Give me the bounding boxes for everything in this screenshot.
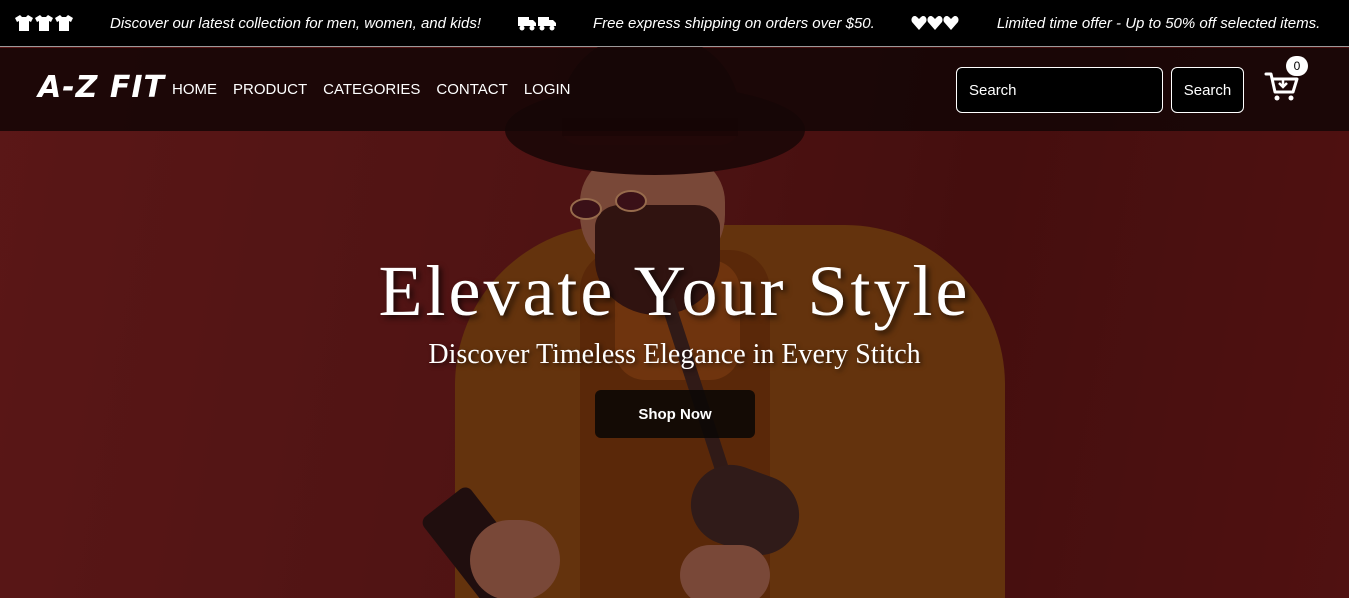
page: Elevate Your Style Discover Timeless Ele… xyxy=(0,0,1349,598)
shop-now-button[interactable]: Shop Now xyxy=(595,390,755,438)
brand-logo[interactable]: A-Z FIT xyxy=(38,70,165,105)
nav-link-contact[interactable]: CONTACT xyxy=(436,81,507,98)
search-button[interactable]: Search xyxy=(1171,67,1244,113)
announcement-bar: Discover our latest collection for men, … xyxy=(0,0,1349,47)
announcement-text: Discover our latest collection for men, … xyxy=(110,14,481,32)
navbar: A-Z FIT HOME PRODUCT CATEGORIES CONTACT … xyxy=(0,48,1349,131)
hearts-icon xyxy=(911,14,961,32)
shopping-cart-icon[interactable] xyxy=(1264,70,1304,110)
tshirts-icon xyxy=(14,14,74,32)
nav-link-login[interactable]: LOGIN xyxy=(524,81,571,98)
hero-title: Elevate Your Style xyxy=(378,251,971,331)
announcement-text: Limited time offer - Up to 50% off selec… xyxy=(996,14,1321,32)
nav-link-home[interactable]: HOME xyxy=(172,81,217,98)
announcement-item: Limited time offer - Up to 50% off selec… xyxy=(911,14,1349,32)
nav-links: HOME PRODUCT CATEGORIES CONTACT LOGIN xyxy=(172,81,571,98)
announcement-text: Free express shipping on orders over $50… xyxy=(593,14,875,32)
announcement-item: Free express shipping on orders over $50… xyxy=(517,14,911,32)
delivery-trucks-icon xyxy=(517,14,557,32)
search-input[interactable] xyxy=(956,67,1163,113)
cart-count-badge: 0 xyxy=(1286,56,1308,76)
nav-link-categories[interactable]: CATEGORIES xyxy=(323,81,420,98)
nav-link-product[interactable]: PRODUCT xyxy=(233,81,307,98)
announcement-item: Discover our latest collection for men, … xyxy=(14,14,517,32)
hero-subtitle: Discover Timeless Elegance in Every Stit… xyxy=(428,339,921,370)
